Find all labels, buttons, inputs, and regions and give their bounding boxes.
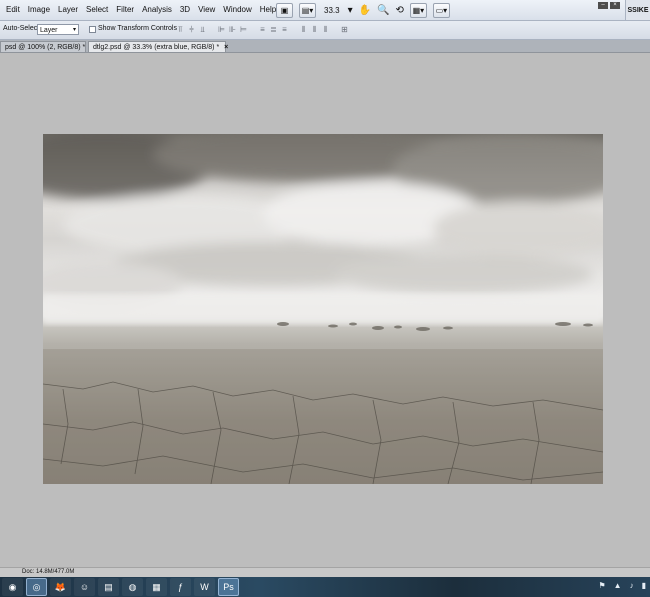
menu-select[interactable]: Select xyxy=(82,0,112,20)
chevron-down-icon: ▾ xyxy=(72,27,76,33)
menu-image[interactable]: Image xyxy=(24,0,54,20)
menu-window[interactable]: Window xyxy=(219,0,255,20)
tray-flag-icon[interactable]: ⚑ xyxy=(599,581,606,590)
auto-align-icon[interactable]: ⊞ xyxy=(340,24,349,35)
minimize-icon[interactable]: – xyxy=(598,2,608,9)
align-vcenter-icon[interactable]: ⫩ xyxy=(187,24,196,35)
distribute-top-icon[interactable]: ≡ xyxy=(258,24,267,35)
canvas-image[interactable] xyxy=(43,134,603,484)
menu-list: Edit Image Layer Select Filter Analysis … xyxy=(2,0,280,20)
zoom-dropdown-icon[interactable]: ▾ xyxy=(348,5,353,16)
zoom-tool-icon[interactable]: 🔍 xyxy=(377,5,389,16)
menu-3d[interactable]: 3D xyxy=(176,0,194,20)
bridge-icon[interactable]: ▣ xyxy=(276,2,293,18)
menu-edit[interactable]: Edit xyxy=(2,0,24,20)
show-transform-label: Show Transform Controls xyxy=(98,25,177,32)
menu-view[interactable]: View xyxy=(194,0,219,20)
start-button-icon[interactable]: ◉ xyxy=(2,578,23,596)
document-tab-bar: psd @ 100% (2, RGB/8) * × dtlg2.psd @ 33… xyxy=(0,40,650,53)
status-bar: Doc: 14.8M/477.0M xyxy=(0,567,650,577)
menu-analysis[interactable]: Analysis xyxy=(138,0,176,20)
align-hcenter-icon[interactable]: ⊪ xyxy=(228,24,237,35)
show-transform-checkbox[interactable] xyxy=(89,26,96,33)
photoshop-icon[interactable]: Ps xyxy=(218,578,239,596)
window-controls: – × xyxy=(598,2,620,9)
application-bar-tools: ▣ ▤▾ 33.3 ▾ ✋ 🔍 ⟲ ▦▾ ▭▾ xyxy=(276,2,450,18)
document-size-info[interactable]: Doc: 14.8M/477.0M xyxy=(22,568,74,577)
taskbar-icons: ◉ ◎ 🦊 ☺ ▤ ◍ ▦ ƒ W Ps xyxy=(2,578,239,596)
close-icon[interactable]: × xyxy=(224,44,228,51)
menu-layer[interactable]: Layer xyxy=(54,0,82,20)
align-distribute-group: ⫪ ⫩ ⫫ ⊫ ⊪ ⊨ ≡ ≣ ≡ ⦀ ⦀ ⦀ ⊞ xyxy=(176,24,349,35)
auto-select-value: Layer xyxy=(40,27,58,34)
close-window-icon[interactable]: × xyxy=(610,2,620,9)
distribute-vcenter-icon[interactable]: ≣ xyxy=(269,24,278,35)
auto-select-label: Auto-Select: xyxy=(3,25,42,32)
rotate-view-icon[interactable]: ⟲ xyxy=(396,5,404,16)
menu-filter[interactable]: Filter xyxy=(112,0,138,20)
distribute-bottom-icon[interactable]: ≡ xyxy=(280,24,289,35)
messenger-icon[interactable]: ☺ xyxy=(74,578,95,596)
menu-bar: Edit Image Layer Select Filter Analysis … xyxy=(0,0,650,21)
windows-taskbar: ◉ ◎ 🦊 ☺ ▤ ◍ ▦ ƒ W Ps ⚑ ▲ ♪ ▮ xyxy=(0,577,650,597)
desert-landscape-image xyxy=(43,134,603,484)
align-right-icon[interactable]: ⊨ xyxy=(239,24,248,35)
chrome-icon[interactable]: ◎ xyxy=(26,578,47,596)
workspace-badge[interactable]: SSIKE xyxy=(625,0,650,20)
hand-tool-icon[interactable]: ✋ xyxy=(359,5,371,16)
explorer-icon[interactable]: ▤ xyxy=(98,578,119,596)
tray-arrow-icon[interactable]: ▲ xyxy=(614,581,622,590)
tray-speaker-icon[interactable]: ♪ xyxy=(630,581,634,590)
document-tab-2[interactable]: dtlg2.psd @ 33.3% (extra blue, RGB/8) * … xyxy=(88,41,228,52)
word-icon[interactable]: W xyxy=(194,578,215,596)
align-left-icon[interactable]: ⊫ xyxy=(217,24,226,35)
workspace-switcher: SSIKE xyxy=(625,0,650,20)
document-tab-label: dtlg2.psd @ 33.3% (extra blue, RGB/8) * xyxy=(93,44,220,51)
firefox-icon[interactable]: 🦊 xyxy=(50,578,71,596)
spreadsheet-icon[interactable]: ▦ xyxy=(146,578,167,596)
distribute-left-icon[interactable]: ⦀ xyxy=(299,24,308,35)
zoom-level-field[interactable]: 33.3 xyxy=(322,6,342,15)
tray-network-icon[interactable]: ▮ xyxy=(642,581,646,590)
distribute-right-icon[interactable]: ⦀ xyxy=(321,24,330,35)
document-tab-1[interactable]: psd @ 100% (2, RGB/8) * × xyxy=(0,41,94,52)
document-workspace[interactable] xyxy=(0,53,650,567)
screen-mode-icon[interactable]: ▭▾ xyxy=(432,2,450,18)
align-bottom-icon[interactable]: ⫫ xyxy=(198,24,207,35)
document-tab-label: psd @ 100% (2, RGB/8) * xyxy=(5,44,86,51)
view-extras-icon[interactable]: ▤▾ xyxy=(299,2,316,18)
browser-icon[interactable]: ◍ xyxy=(122,578,143,596)
system-tray: ⚑ ▲ ♪ ▮ xyxy=(599,581,647,590)
arrange-documents-icon[interactable]: ▦▾ xyxy=(409,2,427,18)
auto-select-dropdown[interactable]: Layer ▾ xyxy=(37,24,79,35)
align-top-icon[interactable]: ⫪ xyxy=(176,24,185,35)
options-bar: Auto-Select: Layer ▾ Show Transform Cont… xyxy=(0,21,650,40)
ftp-client-icon[interactable]: ƒ xyxy=(170,578,191,596)
distribute-hcenter-icon[interactable]: ⦀ xyxy=(310,24,319,35)
